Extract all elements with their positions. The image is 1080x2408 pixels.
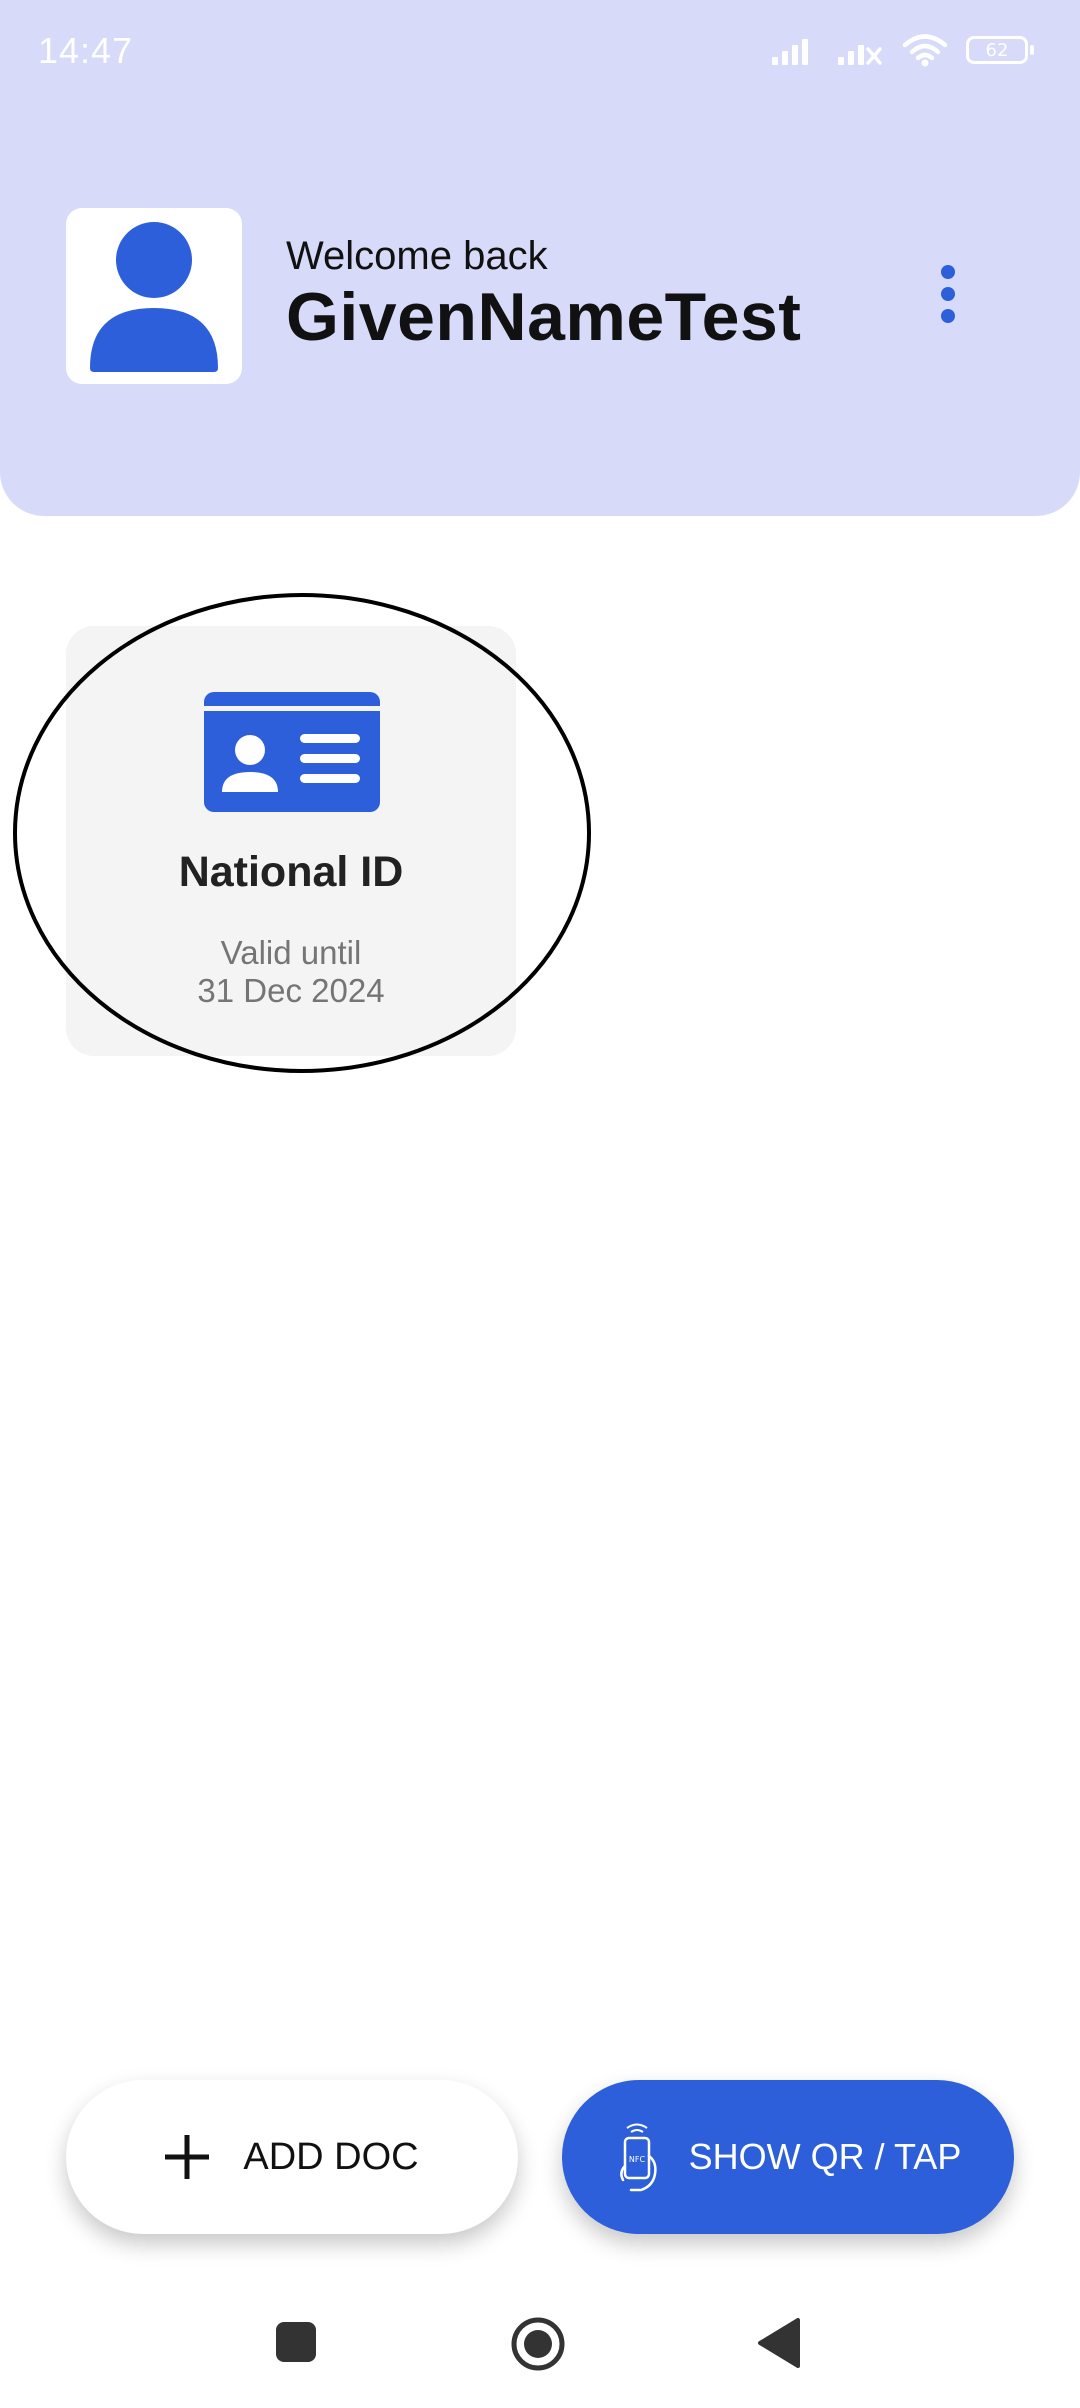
document-title: National ID (178, 848, 404, 896)
document-card-national-id[interactable]: National ID Valid until 31 Dec 2024 (66, 626, 516, 1056)
battery-icon: 62 (966, 36, 1034, 64)
avatar[interactable] (66, 208, 242, 384)
plus-icon (165, 2135, 210, 2179)
recents-icon[interactable] (276, 2322, 316, 2362)
battery-level: 62 (985, 39, 1009, 61)
more-menu-button[interactable] (920, 262, 976, 326)
person-icon (90, 222, 218, 372)
status-icons: 62 (770, 30, 1034, 70)
show-qr-tap-button[interactable]: NFC SHOW QR / TAP (562, 2080, 1014, 2234)
status-bar: 14:47 62 (0, 0, 1080, 100)
signal-icon (772, 39, 808, 65)
document-valid-label: Valid until (220, 934, 362, 971)
signal-no-sim-icon (838, 45, 882, 65)
user-name: GivenNameTest (286, 279, 802, 355)
back-icon[interactable] (756, 2316, 802, 2370)
show-qr-tap-label: SHOW QR / TAP (688, 2136, 962, 2177)
welcome-text: Welcome back (286, 234, 548, 278)
document-valid-date: 31 Dec 2024 (197, 972, 385, 1009)
add-doc-label: ADD DOC (243, 2135, 419, 2178)
home-icon[interactable] (510, 2316, 566, 2372)
navigation-bar (0, 2300, 1080, 2408)
more-vert-icon (941, 265, 955, 323)
status-time: 14:47 (38, 30, 134, 71)
id-card-icon (204, 692, 380, 812)
nfc-phone-icon: NFC (619, 2123, 657, 2192)
svg-text:NFC: NFC (629, 2155, 646, 2164)
add-doc-button[interactable]: ADD DOC (66, 2080, 518, 2234)
header-panel: 14:47 62 Welcome back GivenNameTest (0, 0, 1080, 516)
wifi-icon (902, 34, 948, 67)
